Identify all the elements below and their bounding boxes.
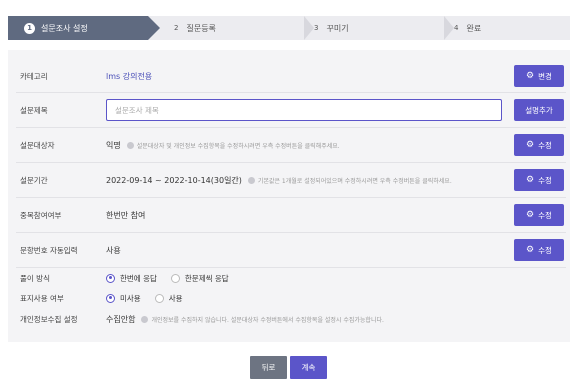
category-label: 카테고리 [20,71,48,81]
target-value: 익명 설문대상자 및 개인정보 수집항목을 수정하시려면 우측 수정버튼을 클릭… [106,140,514,151]
category-row: 카테고리 lms 강의전용 ⚙ 변경 [16,60,566,93]
category-name: lms 강의전용 [106,71,153,81]
info-icon [247,176,255,184]
duplicate-value: 한번만 참여 [106,210,514,221]
add-description-button[interactable]: 설명추가 [514,99,564,121]
period-row: 설문기간 2022-09-14 ~ 2022-10-14(30일간) 기본값은 … [16,163,566,198]
period-hint: 기본값은 1개월로 설정되어있으며 수정하시려면 우측 수정버튼을 클릭하세요. [247,176,452,185]
radio-checked[interactable] [106,293,115,303]
info-icon [126,141,134,149]
footer-actions: 뒤로 계속 [250,356,327,379]
button-label: 수정 [538,140,552,150]
gear-icon: ⚙ [526,71,535,81]
step-label: 질문등록 [186,23,216,33]
edit-duplicate-button[interactable]: ⚙ 수정 [514,204,564,226]
method-option-each[interactable]: 한문제씩 응답 [170,273,229,284]
step-survey-settings[interactable]: 1 설문조사 설정 [8,16,160,40]
privacy-row: 개인정보수집 설정 수집안함 개인정보를 수집하지 않습니다. 설문대상자 수정… [16,308,566,330]
hint-text: 설문대상자 및 개인정보 수집항목을 수정하시려면 우측 수정버튼을 클릭해주세… [136,142,340,150]
autonum-label: 문항번호 자동입력 [20,245,78,255]
duplicate-row: 중복참여여부 한번만 참여 ⚙ 수정 [16,198,566,233]
step-number: 3 [314,24,319,32]
target-hint: 설문대상자 및 개인정보 수집항목을 수정하시려면 우측 수정버튼을 클릭해주세… [126,141,340,150]
display-label: 표지사용 여부 [20,293,64,303]
privacy-text: 수집안함 [106,314,136,324]
radio-checked[interactable] [106,273,115,283]
radio-label: 한문제씩 응답 [184,273,229,283]
display-option-used[interactable]: 사용 [154,293,183,304]
period-value: 2022-09-14 ~ 2022-10-14(30일간) 기본값은 1개월로 … [106,175,514,186]
display-option-unused[interactable]: 미사용 [106,293,141,304]
radio-unchecked[interactable] [170,273,180,283]
autonum-value: 사용 [106,245,514,256]
gear-icon: ⚙ [526,140,535,150]
target-label: 설문대상자 [20,140,55,150]
progress-stepper: 1 설문조사 설정 2 질문등록 3 꾸미기 4 완료 [8,16,570,40]
step-question-register[interactable]: 2 질문등록 [174,16,314,40]
step-separator [444,16,454,40]
method-options: 한번에 응답 한문제씩 응답 [106,273,566,284]
step-label: 완료 [466,23,482,33]
button-label: 설명추가 [525,105,553,115]
period-label: 설문기간 [20,175,48,185]
gear-icon: ⚙ [526,210,535,220]
step-number: 1 [24,22,35,34]
gear-icon: ⚙ [526,245,535,255]
settings-panel: 카테고리 lms 강의전용 ⚙ 변경 설문제목 설문조사 제목 설명추가 설문대… [8,50,570,342]
step-complete[interactable]: 4 완료 [454,16,564,40]
title-label: 설문제목 [20,105,48,115]
change-category-button[interactable]: ⚙ 변경 [514,65,564,87]
duplicate-label: 중복참여여부 [20,210,62,220]
step-separator [304,16,314,40]
display-row: 표지사용 여부 미사용 사용 [16,288,566,308]
method-row: 풀이 방식 한번에 응답 한문제씩 응답 [16,268,566,288]
step-decorate[interactable]: 3 꾸미기 [314,16,454,40]
gear-icon: ⚙ [526,175,535,185]
back-button[interactable]: 뒤로 [250,356,287,379]
autonum-row: 문항번호 자동입력 사용 ⚙ 수정 [16,233,566,268]
display-options: 미사용 사용 [106,293,566,304]
step-label: 꾸미기 [326,23,349,33]
category-value: lms 강의전용 [106,71,514,82]
autonum-text: 사용 [106,245,121,255]
method-option-all[interactable]: 한번에 응답 [106,273,157,284]
privacy-hint: 개인정보를 수집하지 않습니다. 설문대상자 수정버튼에서 수집항목을 설정시 … [141,315,384,324]
title-row: 설문제목 설문조사 제목 설명추가 [16,93,566,128]
radio-unchecked[interactable] [154,293,164,303]
hint-text: 기본값은 1개월로 설정되어있으며 수정하시려면 우측 수정버튼을 클릭하세요. [257,177,452,185]
info-icon [141,315,149,323]
method-label: 풀이 방식 [20,273,50,283]
radio-label: 사용 [168,293,183,303]
edit-period-button[interactable]: ⚙ 수정 [514,169,564,191]
period-text: 2022-09-14 ~ 2022-10-14(30일간) [106,175,242,185]
button-label: 수정 [538,210,552,220]
radio-label: 미사용 [120,293,141,303]
target-row: 설문대상자 익명 설문대상자 및 개인정보 수집항목을 수정하시려면 우측 수정… [16,128,566,163]
step-number: 4 [454,24,459,32]
hint-text: 개인정보를 수집하지 않습니다. 설문대상자 수정버튼에서 수집항목을 설정시 … [151,316,384,324]
duplicate-text: 한번만 참여 [106,210,146,220]
step-number: 2 [174,24,179,32]
edit-target-button[interactable]: ⚙ 수정 [514,134,564,156]
privacy-label: 개인정보수집 설정 [20,314,78,324]
button-label: 변경 [538,71,552,81]
continue-button[interactable]: 계속 [290,356,327,379]
privacy-value: 수집안함 개인정보를 수집하지 않습니다. 설문대상자 수정버튼에서 수집항목을… [106,314,566,325]
button-label: 수정 [538,175,552,185]
step-label: 설문조사 설정 [41,23,88,33]
edit-autonum-button[interactable]: ⚙ 수정 [514,239,564,261]
button-label: 수정 [538,245,552,255]
target-text: 익명 [106,140,121,150]
survey-title-input[interactable]: 설문조사 제목 [106,99,502,121]
radio-label: 한번에 응답 [120,273,157,283]
